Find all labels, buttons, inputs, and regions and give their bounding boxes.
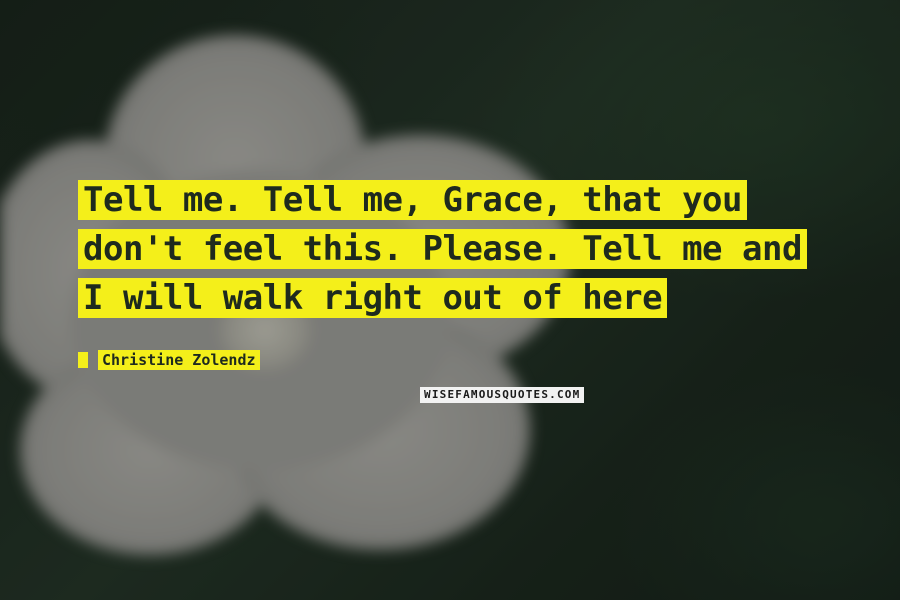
author-row: Christine Zolendz	[78, 350, 260, 370]
quote-image: Tell me. Tell me, Grace, that you don't …	[0, 0, 900, 600]
site-watermark: WISEFAMOUSQUOTES.COM	[420, 387, 585, 403]
quote-block: Tell me. Tell me, Grace, that you don't …	[78, 176, 838, 323]
quote-text-container: Tell me. Tell me, Grace, that you don't …	[78, 176, 838, 323]
author-marker	[78, 352, 88, 368]
quote-author: Christine Zolendz	[98, 350, 260, 370]
quote-text: Tell me. Tell me, Grace, that you don't …	[78, 180, 807, 318]
